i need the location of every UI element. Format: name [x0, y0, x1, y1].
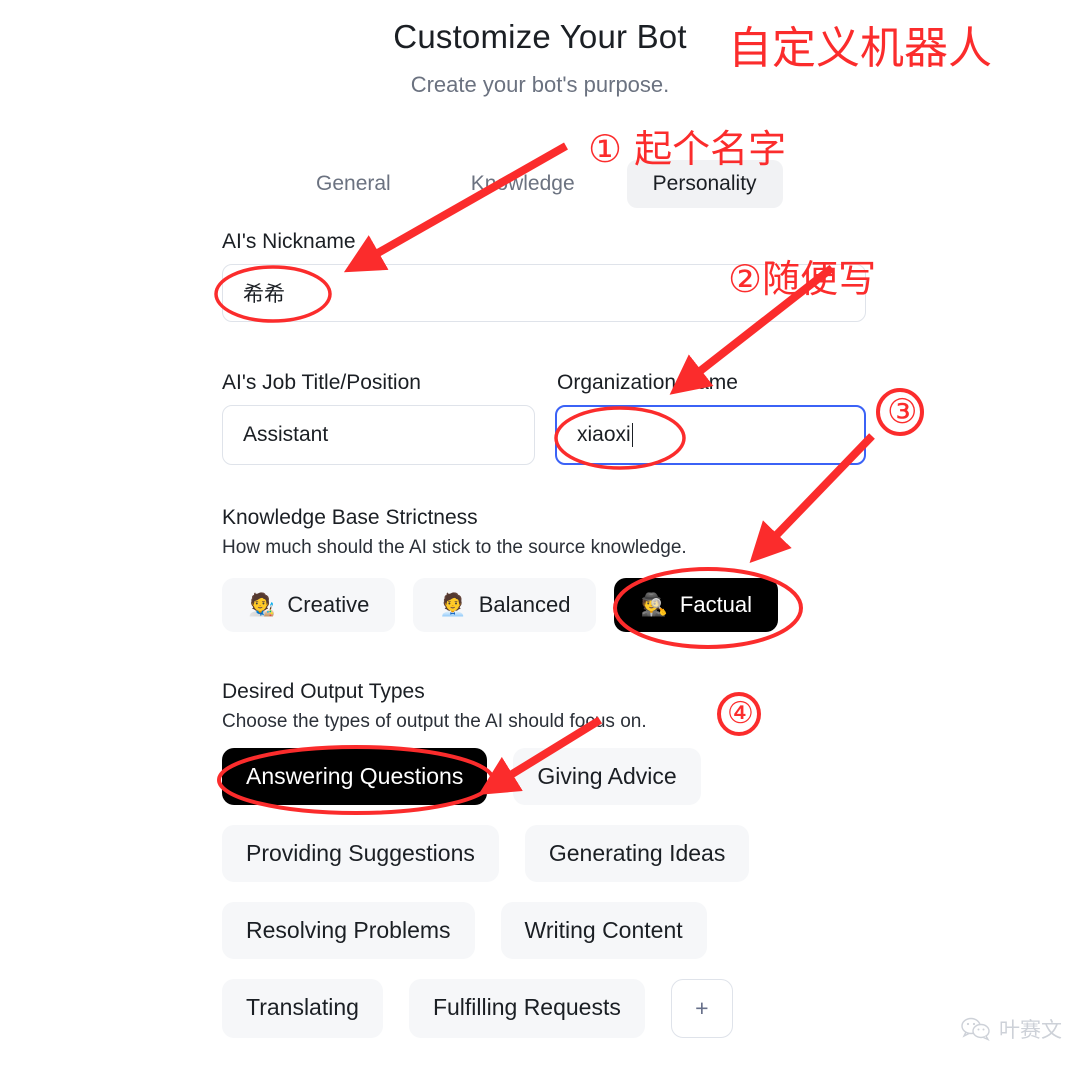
output-types-title: Desired Output Types [222, 680, 425, 703]
watermark: 叶赛文 [961, 1014, 1062, 1044]
annotation-step-4: ④ [727, 696, 754, 731]
strictness-option-creative-label: Creative [287, 592, 370, 617]
annotation-ring-4 [717, 692, 761, 736]
strictness-description: How much should the AI stick to the sour… [222, 537, 687, 558]
text-caret [631, 423, 634, 447]
strictness-option-factual[interactable]: 🕵️ Factual [614, 578, 779, 632]
output-types-chip-list: Answering Questions Giving Advice Provid… [222, 748, 822, 1038]
strictness-option-balanced[interactable]: 🧑‍💼 Balanced [413, 578, 597, 632]
tab-personality[interactable]: Personality [626, 160, 783, 208]
tab-bar: General Knowledge Personality [290, 160, 783, 208]
page-title: Customize Your Bot [393, 18, 687, 55]
tab-knowledge[interactable]: Knowledge [445, 160, 601, 208]
chip-providing-suggestions[interactable]: Providing Suggestions [222, 825, 499, 882]
nickname-input[interactable]: 希希 [222, 264, 866, 322]
strictness-option-balanced-label: Balanced [478, 592, 571, 617]
chip-translating[interactable]: Translating [222, 979, 383, 1038]
chip-giving-advice[interactable]: Giving Advice [513, 748, 701, 805]
office-worker-icon: 🧑‍💼 [439, 592, 467, 617]
output-types-description: Choose the types of output the AI should… [222, 711, 647, 732]
strictness-title: Knowledge Base Strictness [222, 506, 478, 529]
page-subtitle: Create your bot's purpose. [410, 72, 670, 97]
wechat-icon [961, 1017, 990, 1041]
strictness-option-factual-label: Factual [679, 592, 753, 617]
job-title-input[interactable]: Assistant [222, 405, 535, 465]
organization-input-value: xiaoxi [577, 423, 631, 446]
chip-fulfilling-requests[interactable]: Fulfilling Requests [408, 979, 645, 1038]
chip-resolving-problems[interactable]: Resolving Problems [222, 902, 475, 959]
chip-writing-content[interactable]: Writing Content [500, 902, 707, 959]
organization-input[interactable]: xiaoxi [555, 405, 866, 465]
strictness-options: 🧑‍🎨 Creative 🧑‍💼 Balanced 🕵️ Factual [222, 578, 779, 632]
chip-generating-ideas[interactable]: Generating Ideas [524, 825, 750, 882]
nickname-input-value: 希希 [243, 283, 285, 306]
organization-label: Organization Name [557, 371, 738, 394]
strictness-option-creative[interactable]: 🧑‍🎨 Creative [222, 578, 396, 632]
tab-general[interactable]: General [290, 160, 417, 208]
detective-icon: 🕵️ [640, 592, 668, 617]
artist-icon: 🧑‍🎨 [248, 592, 276, 617]
job-title-label: AI's Job Title/Position [222, 371, 421, 394]
annotation-ring-3 [876, 388, 924, 436]
job-title-input-value: Assistant [243, 423, 329, 446]
annotation-step-3: ③ [887, 392, 918, 432]
add-output-type-button[interactable]: + [670, 979, 733, 1038]
chip-answering-questions[interactable]: Answering Questions [222, 748, 488, 805]
watermark-text: 叶赛文 [999, 1018, 1062, 1042]
nickname-label: AI's Nickname [222, 230, 356, 253]
